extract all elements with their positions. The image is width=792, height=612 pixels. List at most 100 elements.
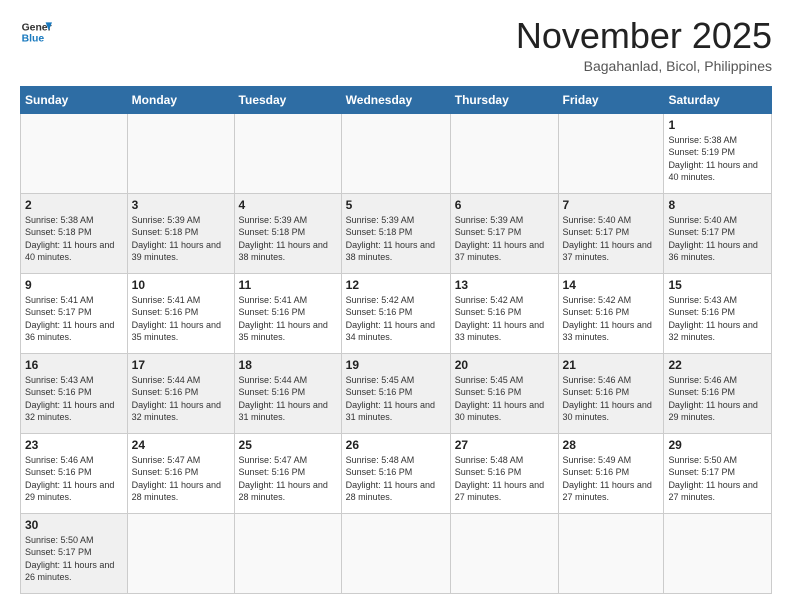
day-number: 20 [455, 358, 554, 372]
logo: General Blue [20, 16, 52, 48]
calendar-cell: 14 Sunrise: 5:42 AM Sunset: 5:16 PM Dayli… [558, 273, 664, 353]
calendar-cell: 23Sunrise: 5:46 AM Sunset: 5:16 PM Dayli… [21, 433, 128, 513]
day-number: 30 [25, 518, 123, 532]
calendar-cell: 8 Sunrise: 5:40 AM Sunset: 5:17 PM Daylig… [664, 193, 772, 273]
calendar-cell: 21 Sunrise: 5:46 AM Sunset: 5:16 PM Dayli… [558, 353, 664, 433]
day-number: 22 [668, 358, 767, 372]
weekday-header-row: SundayMondayTuesdayWednesdayThursdayFrid… [21, 86, 772, 113]
day-info: Sunrise: 5:38 AM Sunset: 5:18 PM Dayligh… [25, 214, 123, 264]
calendar-week-row: 16 Sunrise: 5:43 AM Sunset: 5:16 PM Dayli… [21, 353, 772, 433]
day-info: Sunrise: 5:44 AM Sunset: 5:16 PM Dayligh… [132, 374, 230, 424]
day-number: 3 [132, 198, 230, 212]
day-info: Sunrise: 5:39 AM Sunset: 5:18 PM Dayligh… [132, 214, 230, 264]
calendar-cell: 3 Sunrise: 5:39 AM Sunset: 5:18 PM Daylig… [127, 193, 234, 273]
calendar-cell: 28 Sunrise: 5:49 AM Sunset: 5:16 PM Dayli… [558, 433, 664, 513]
calendar-week-row: 23Sunrise: 5:46 AM Sunset: 5:16 PM Dayli… [21, 433, 772, 513]
weekday-header-wednesday: Wednesday [341, 86, 450, 113]
calendar-cell: 6 Sunrise: 5:39 AM Sunset: 5:17 PM Daylig… [450, 193, 558, 273]
day-number: 13 [455, 278, 554, 292]
day-info: Sunrise: 5:42 AM Sunset: 5:16 PM Dayligh… [346, 294, 446, 344]
calendar-cell [341, 113, 450, 193]
day-number: 9 [25, 278, 123, 292]
calendar-cell [664, 513, 772, 593]
day-info: Sunrise: 5:39 AM Sunset: 5:17 PM Dayligh… [455, 214, 554, 264]
day-number: 16 [25, 358, 123, 372]
day-number: 19 [346, 358, 446, 372]
calendar-table: SundayMondayTuesdayWednesdayThursdayFrid… [20, 86, 772, 594]
weekday-header-friday: Friday [558, 86, 664, 113]
day-number: 26 [346, 438, 446, 452]
calendar-cell: 10Sunrise: 5:41 AM Sunset: 5:16 PM Dayli… [127, 273, 234, 353]
calendar-cell [234, 513, 341, 593]
calendar-cell: 13 Sunrise: 5:42 AM Sunset: 5:16 PM Dayli… [450, 273, 558, 353]
calendar-cell [558, 113, 664, 193]
day-info: Sunrise: 5:48 AM Sunset: 5:16 PM Dayligh… [346, 454, 446, 504]
header-area: General Blue November 2025 Bagahanlad, B… [20, 16, 772, 74]
calendar-cell: 26 Sunrise: 5:48 AM Sunset: 5:16 PM Dayli… [341, 433, 450, 513]
day-info: Sunrise: 5:42 AM Sunset: 5:16 PM Dayligh… [455, 294, 554, 344]
calendar-cell [234, 113, 341, 193]
calendar-week-row: 9Sunrise: 5:41 AM Sunset: 5:17 PM Daylig… [21, 273, 772, 353]
calendar-cell [450, 513, 558, 593]
day-number: 6 [455, 198, 554, 212]
day-number: 5 [346, 198, 446, 212]
day-info: Sunrise: 5:45 AM Sunset: 5:16 PM Dayligh… [346, 374, 446, 424]
weekday-header-tuesday: Tuesday [234, 86, 341, 113]
calendar-cell: 15Sunrise: 5:43 AM Sunset: 5:16 PM Dayli… [664, 273, 772, 353]
day-number: 12 [346, 278, 446, 292]
calendar-cell: 4Sunrise: 5:39 AM Sunset: 5:18 PM Daylig… [234, 193, 341, 273]
day-number: 7 [563, 198, 660, 212]
month-title: November 2025 [516, 16, 772, 56]
calendar-cell: 22Sunrise: 5:46 AM Sunset: 5:16 PM Dayli… [664, 353, 772, 433]
weekday-header-monday: Monday [127, 86, 234, 113]
day-info: Sunrise: 5:45 AM Sunset: 5:16 PM Dayligh… [455, 374, 554, 424]
calendar-cell: 30 Sunrise: 5:50 AM Sunset: 5:17 PM Dayli… [21, 513, 128, 593]
day-number: 8 [668, 198, 767, 212]
calendar-cell: 7Sunrise: 5:40 AM Sunset: 5:17 PM Daylig… [558, 193, 664, 273]
day-info: Sunrise: 5:41 AM Sunset: 5:16 PM Dayligh… [239, 294, 337, 344]
calendar-cell [558, 513, 664, 593]
day-info: Sunrise: 5:47 AM Sunset: 5:16 PM Dayligh… [239, 454, 337, 504]
day-info: Sunrise: 5:40 AM Sunset: 5:17 PM Dayligh… [668, 214, 767, 264]
weekday-header-thursday: Thursday [450, 86, 558, 113]
day-info: Sunrise: 5:43 AM Sunset: 5:16 PM Dayligh… [25, 374, 123, 424]
day-info: Sunrise: 5:48 AM Sunset: 5:16 PM Dayligh… [455, 454, 554, 504]
day-info: Sunrise: 5:50 AM Sunset: 5:17 PM Dayligh… [25, 534, 123, 584]
calendar-cell: 18Sunrise: 5:44 AM Sunset: 5:16 PM Dayli… [234, 353, 341, 433]
calendar-cell: 25Sunrise: 5:47 AM Sunset: 5:16 PM Dayli… [234, 433, 341, 513]
calendar-week-row: 30 Sunrise: 5:50 AM Sunset: 5:17 PM Dayli… [21, 513, 772, 593]
calendar-cell [21, 113, 128, 193]
calendar-cell: 19 Sunrise: 5:45 AM Sunset: 5:16 PM Dayli… [341, 353, 450, 433]
day-number: 14 [563, 278, 660, 292]
calendar-week-row: 1 Sunrise: 5:38 AM Sunset: 5:19 PM Daylig… [21, 113, 772, 193]
calendar-cell: 12 Sunrise: 5:42 AM Sunset: 5:16 PM Dayli… [341, 273, 450, 353]
day-number: 4 [239, 198, 337, 212]
svg-text:Blue: Blue [22, 34, 45, 45]
calendar-cell [127, 113, 234, 193]
day-number: 2 [25, 198, 123, 212]
day-number: 1 [668, 118, 767, 132]
day-info: Sunrise: 5:41 AM Sunset: 5:16 PM Dayligh… [132, 294, 230, 344]
day-number: 11 [239, 278, 337, 292]
calendar-cell: 16 Sunrise: 5:43 AM Sunset: 5:16 PM Dayli… [21, 353, 128, 433]
weekday-header-sunday: Sunday [21, 86, 128, 113]
day-info: Sunrise: 5:42 AM Sunset: 5:16 PM Dayligh… [563, 294, 660, 344]
day-number: 29 [668, 438, 767, 452]
day-number: 23 [25, 438, 123, 452]
day-number: 15 [668, 278, 767, 292]
day-number: 28 [563, 438, 660, 452]
calendar-cell [127, 513, 234, 593]
day-info: Sunrise: 5:50 AM Sunset: 5:17 PM Dayligh… [668, 454, 767, 504]
day-info: Sunrise: 5:47 AM Sunset: 5:16 PM Dayligh… [132, 454, 230, 504]
day-number: 21 [563, 358, 660, 372]
day-info: Sunrise: 5:38 AM Sunset: 5:19 PM Dayligh… [668, 134, 767, 184]
day-number: 24 [132, 438, 230, 452]
calendar-cell: 9Sunrise: 5:41 AM Sunset: 5:17 PM Daylig… [21, 273, 128, 353]
location-subtitle: Bagahanlad, Bicol, Philippines [516, 58, 772, 74]
day-info: Sunrise: 5:44 AM Sunset: 5:16 PM Dayligh… [239, 374, 337, 424]
weekday-header-saturday: Saturday [664, 86, 772, 113]
day-info: Sunrise: 5:39 AM Sunset: 5:18 PM Dayligh… [346, 214, 446, 264]
day-info: Sunrise: 5:46 AM Sunset: 5:16 PM Dayligh… [563, 374, 660, 424]
title-area: November 2025 Bagahanlad, Bicol, Philipp… [516, 16, 772, 74]
day-info: Sunrise: 5:49 AM Sunset: 5:16 PM Dayligh… [563, 454, 660, 504]
